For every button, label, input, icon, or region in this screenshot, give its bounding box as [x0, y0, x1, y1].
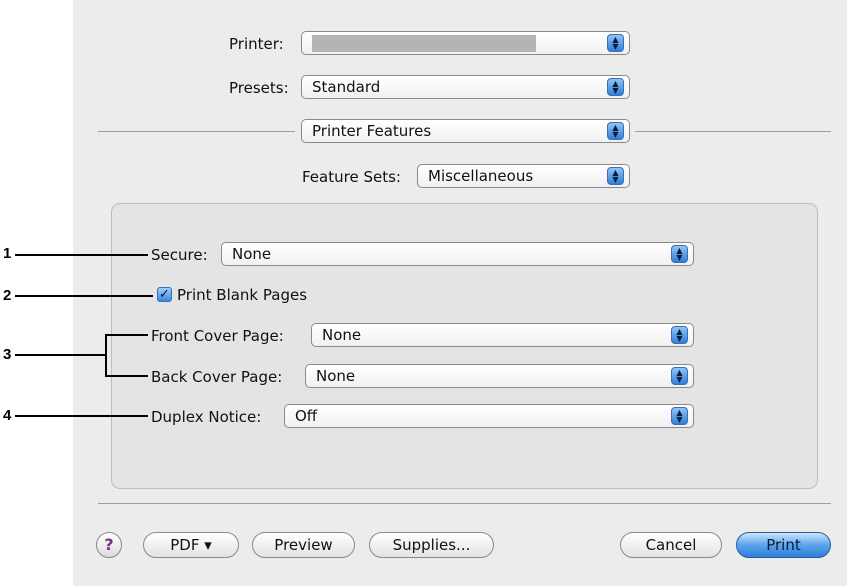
pane-selector-popup[interactable]: Printer Features ▲ ▼	[301, 119, 630, 143]
presets-popup[interactable]: Standard ▲ ▼	[301, 75, 630, 99]
checkmark-icon: ✓	[159, 287, 170, 302]
callout-4-line	[15, 415, 148, 417]
supplies-button[interactable]: Supplies...	[369, 532, 494, 558]
callout-1: 1	[3, 245, 12, 262]
help-button[interactable]: ?	[96, 532, 122, 558]
separator-right	[635, 131, 831, 132]
feature-sets-label: Feature Sets:	[302, 168, 401, 186]
callout-3: 3	[3, 346, 12, 363]
callout-3-bracket	[105, 334, 107, 377]
secure-label: Secure:	[151, 246, 208, 264]
callout-2-line	[15, 295, 153, 297]
updown-arrows-icon: ▲ ▼	[607, 122, 624, 140]
callout-3-bracket-bottom	[105, 375, 148, 377]
back-cover-page-label: Back Cover Page:	[151, 368, 283, 386]
updown-arrows-icon: ▲ ▼	[671, 407, 688, 425]
front-cover-page-value: None	[322, 326, 362, 344]
feature-sets-value: Miscellaneous	[428, 167, 534, 185]
print-blank-pages-label: Print Blank Pages	[177, 286, 308, 304]
updown-arrows-icon: ▲ ▼	[671, 367, 688, 385]
updown-arrows-icon: ▲ ▼	[607, 34, 624, 52]
cancel-button[interactable]: Cancel	[620, 532, 722, 558]
presets-value: Standard	[312, 78, 381, 96]
pdf-menu-button[interactable]: PDF ▾	[143, 532, 239, 558]
callout-2: 2	[3, 287, 12, 304]
secure-value: None	[232, 245, 272, 263]
callout-3-bracket-top	[105, 334, 148, 336]
separator-left	[98, 131, 295, 132]
duplex-notice-label: Duplex Notice:	[151, 408, 262, 426]
callout-4: 4	[3, 407, 12, 424]
updown-arrows-icon: ▲ ▼	[607, 78, 624, 96]
presets-label: Presets:	[229, 79, 289, 97]
updown-arrows-icon: ▲ ▼	[607, 167, 624, 185]
duplex-notice-popup[interactable]: Off ▲ ▼	[284, 404, 694, 428]
callout-3-line	[15, 354, 107, 356]
feature-sets-popup[interactable]: Miscellaneous ▲ ▼	[417, 164, 630, 188]
printer-label: Printer:	[229, 35, 284, 53]
duplex-notice-value: Off	[295, 407, 318, 425]
updown-arrows-icon: ▲ ▼	[671, 245, 688, 263]
back-cover-page-value: None	[316, 367, 356, 385]
printer-popup[interactable]: ▲ ▼	[301, 31, 630, 55]
printer-name-redacted	[312, 35, 536, 52]
updown-arrows-icon: ▲ ▼	[671, 326, 688, 344]
secure-popup[interactable]: None ▲ ▼	[221, 242, 694, 266]
pane-selector-value: Printer Features	[312, 122, 432, 140]
front-cover-page-label: Front Cover Page:	[151, 327, 284, 345]
print-blank-pages-checkbox[interactable]: ✓	[157, 287, 172, 302]
print-button[interactable]: Print	[736, 532, 831, 558]
front-cover-page-popup[interactable]: None ▲ ▼	[311, 323, 694, 347]
callout-1-line	[15, 254, 148, 256]
back-cover-page-popup[interactable]: None ▲ ▼	[305, 364, 694, 388]
preview-button[interactable]: Preview	[252, 532, 355, 558]
bottom-separator	[98, 503, 831, 504]
